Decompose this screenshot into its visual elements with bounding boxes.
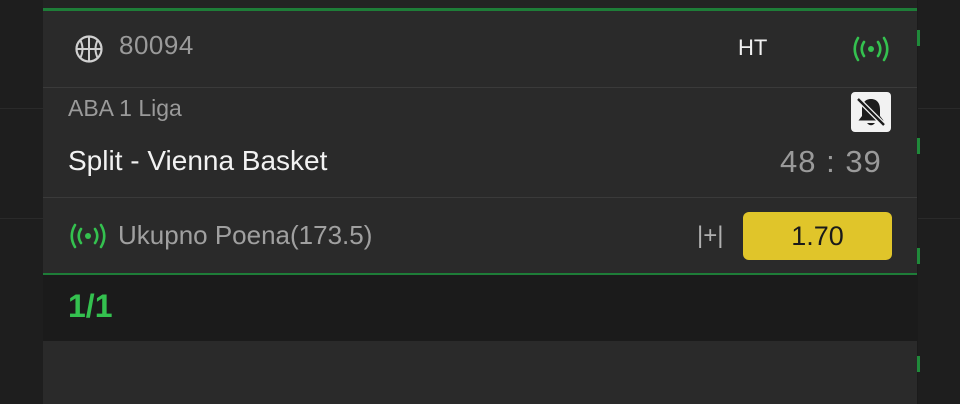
right-background [918,0,960,404]
more-markets-button[interactable]: |+| [697,222,723,250]
match-teams[interactable]: Split - Vienna Basket [68,145,327,177]
divider [43,197,917,198]
edge-line [918,108,960,109]
live-signal-icon [70,223,106,249]
odds-button[interactable]: 1.70 [743,212,892,260]
top-accent-line [43,8,917,11]
page-counter: 1/1 [68,288,113,324]
market-label: Ukupno Poena(173.5) [118,220,373,250]
edge-line [0,218,43,219]
divider [43,87,917,88]
left-background [0,0,43,404]
edge-line [0,108,43,109]
edge-line [918,218,960,219]
match-id: 80094 [119,30,194,60]
pagination-bar [43,275,917,341]
basketball-icon [75,35,103,63]
live-signal-icon [853,36,889,62]
notification-off-icon [856,97,886,127]
event-card[interactable]: 80094 HT ABA 1 Liga Split - Vienna Baske… [43,0,917,404]
match-score: 48 : 39 [780,144,882,179]
top-strip [43,0,917,8]
notification-toggle[interactable] [851,92,891,132]
league-name: ABA 1 Liga [68,95,182,121]
match-status: HT [738,35,768,60]
